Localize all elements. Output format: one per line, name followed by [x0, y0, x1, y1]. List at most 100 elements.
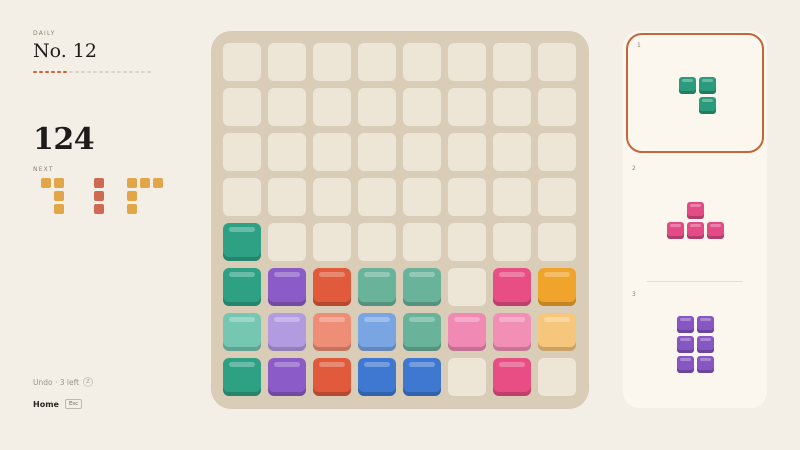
progress-segment	[135, 71, 139, 73]
board-cell-empty[interactable]	[493, 178, 531, 216]
board-cell-filled[interactable]	[223, 268, 261, 306]
progress-segment	[129, 71, 133, 73]
board-cell-empty[interactable]	[403, 178, 441, 216]
tray-slot-number: 3	[632, 291, 636, 298]
progress-segment	[111, 71, 115, 73]
board-cell-empty[interactable]	[403, 133, 441, 171]
board-cell-empty[interactable]	[538, 178, 576, 216]
progress-segment	[81, 71, 85, 73]
board-cell-empty[interactable]	[493, 43, 531, 81]
left-panel: DAILY No. 12 124 NEXT Undo · 3 left Z Ho…	[33, 30, 193, 430]
board-cell-empty[interactable]	[358, 223, 396, 261]
board-cell-empty[interactable]	[313, 178, 351, 216]
board-cell-filled[interactable]	[493, 358, 531, 396]
board-cell-filled[interactable]	[313, 313, 351, 351]
board-cell-filled[interactable]	[313, 358, 351, 396]
board-cell-empty[interactable]	[358, 133, 396, 171]
board-cell-empty[interactable]	[538, 88, 576, 126]
board-cell-filled[interactable]	[223, 313, 261, 351]
board-cell-filled[interactable]	[358, 268, 396, 306]
board-cell-empty[interactable]	[448, 358, 486, 396]
board-cell-empty[interactable]	[448, 223, 486, 261]
tray-piece-cell	[696, 315, 714, 333]
board-cell-filled[interactable]	[493, 268, 531, 306]
tray-slot-1[interactable]: 1	[626, 33, 764, 153]
board-cell-empty[interactable]	[268, 178, 306, 216]
board-cell-filled[interactable]	[313, 268, 351, 306]
next-piece-cell	[94, 191, 104, 201]
undo-button[interactable]: Undo · 3 left Z	[33, 377, 94, 387]
progress-segment	[57, 71, 61, 73]
progress-segment	[105, 71, 109, 73]
board-cell-filled[interactable]	[493, 313, 531, 351]
board-cell-empty[interactable]	[268, 223, 306, 261]
progress-segment	[63, 71, 67, 73]
undo-label: Undo · 3 left	[33, 377, 80, 387]
score: 124	[33, 122, 95, 157]
board-cell-filled[interactable]	[268, 358, 306, 396]
board-cell-empty[interactable]	[493, 133, 531, 171]
board-cell-filled[interactable]	[223, 223, 261, 261]
tray-piece-cell	[706, 221, 724, 239]
tray-slot-2[interactable]: 2	[623, 158, 767, 282]
board-cell-filled[interactable]	[538, 313, 576, 351]
home-button[interactable]: Home Esc	[33, 399, 83, 409]
next-piece-cell	[94, 178, 104, 188]
board-cell-empty[interactable]	[403, 43, 441, 81]
board-cell-empty[interactable]	[448, 268, 486, 306]
board-cell-empty[interactable]	[223, 178, 261, 216]
board-cell-empty[interactable]	[538, 43, 576, 81]
board-cell-empty[interactable]	[358, 178, 396, 216]
board-cell-empty[interactable]	[493, 223, 531, 261]
puzzle-title: No. 12	[33, 40, 97, 62]
board-cell-empty[interactable]	[223, 43, 261, 81]
board-cell-empty[interactable]	[358, 88, 396, 126]
next-piece-cell	[54, 178, 64, 188]
board-cell-filled[interactable]	[448, 313, 486, 351]
board-cell-empty[interactable]	[448, 178, 486, 216]
board-cell-empty[interactable]	[268, 133, 306, 171]
board-cell-empty[interactable]	[223, 88, 261, 126]
board-cell-empty[interactable]	[358, 43, 396, 81]
board-cell-empty[interactable]	[313, 133, 351, 171]
board-cell-empty[interactable]	[538, 358, 576, 396]
board-cell-empty[interactable]	[223, 133, 261, 171]
board-cell-empty[interactable]	[268, 43, 306, 81]
progress-bar	[33, 71, 151, 74]
board-cell-filled[interactable]	[403, 268, 441, 306]
board-cell-empty[interactable]	[493, 88, 531, 126]
board-cell-empty[interactable]	[448, 88, 486, 126]
game-board[interactable]	[211, 31, 589, 409]
board-cell-filled[interactable]	[358, 313, 396, 351]
board-cell-filled[interactable]	[268, 268, 306, 306]
tray-piece-cell	[676, 315, 694, 333]
board-cell-empty[interactable]	[313, 223, 351, 261]
board-cell-empty[interactable]	[313, 43, 351, 81]
next-piece-cell	[54, 204, 64, 214]
next-piece-cell	[127, 204, 137, 214]
tray-slot-3[interactable]: 3	[623, 284, 767, 404]
board-cell-empty[interactable]	[448, 43, 486, 81]
home-shortcut-key: Esc	[64, 399, 83, 409]
tray-piece-cell	[678, 76, 696, 94]
board-cell-empty[interactable]	[403, 88, 441, 126]
board-cell-empty[interactable]	[403, 223, 441, 261]
board-cell-filled[interactable]	[268, 313, 306, 351]
next-piece-cell	[140, 178, 150, 188]
board-cell-empty[interactable]	[448, 133, 486, 171]
board-cell-filled[interactable]	[223, 358, 261, 396]
tray-piece-cell	[686, 221, 704, 239]
board-cell-filled[interactable]	[358, 358, 396, 396]
board-cell-empty[interactable]	[538, 223, 576, 261]
board-cell-filled[interactable]	[538, 268, 576, 306]
board-cell-empty[interactable]	[313, 88, 351, 126]
board-cell-filled[interactable]	[403, 313, 441, 351]
next-piece-cell	[54, 191, 64, 201]
board-cell-filled[interactable]	[403, 358, 441, 396]
next-label: NEXT	[33, 166, 54, 173]
board-cell-empty[interactable]	[268, 88, 306, 126]
board-cell-empty[interactable]	[538, 133, 576, 171]
tray-piece-cell	[696, 335, 714, 353]
progress-segment	[99, 71, 103, 73]
progress-segment	[147, 71, 151, 73]
